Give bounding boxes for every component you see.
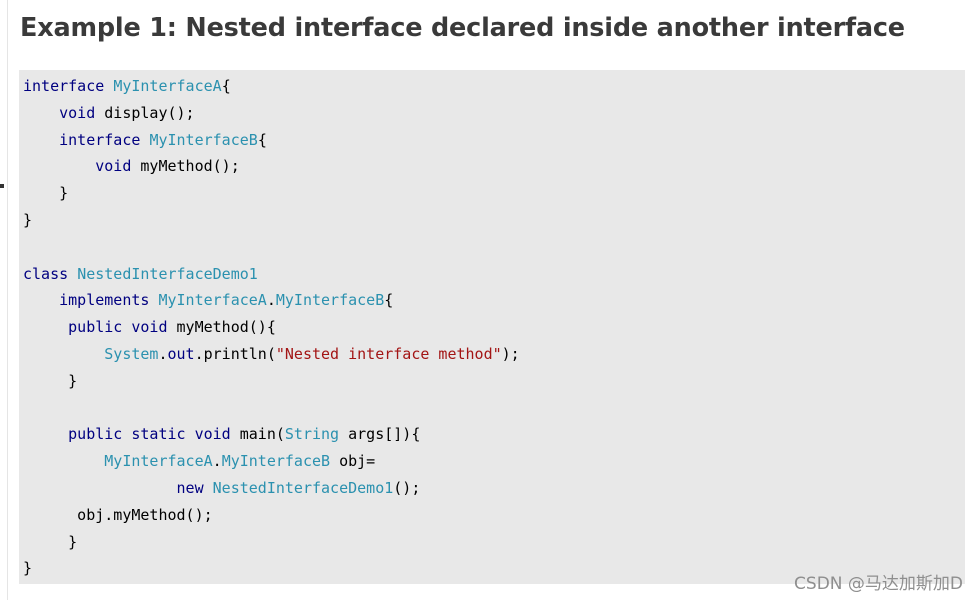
- code-text: }: [23, 211, 33, 229]
- code-type: String: [284, 425, 340, 444]
- code-text: {: [257, 130, 267, 149]
- code-line: public void myMethod(){: [23, 317, 276, 337]
- code-text: }: [23, 532, 78, 551]
- code-text: main(: [239, 425, 285, 444]
- code-text: );: [501, 345, 520, 363]
- code-text: ();: [393, 479, 421, 497]
- code-text: {: [384, 291, 394, 310]
- code-text: .: [158, 345, 168, 363]
- code-type: MyInterfaceB: [221, 452, 331, 471]
- code-line: void display();: [23, 103, 195, 123]
- code-type: MyInterfaceB: [149, 130, 258, 149]
- code-line: }: [23, 558, 32, 578]
- code-type: MyInterfaceB: [275, 291, 385, 310]
- code-line: }: [23, 532, 77, 552]
- code-block: interface MyInterfaceA{ void display(); …: [19, 70, 965, 584]
- code-line: interface MyInterfaceB{: [23, 130, 267, 150]
- left-margin-rule: [7, 0, 8, 600]
- code-type: MyInterfaceA: [104, 452, 213, 471]
- page-title: Example 1: Nested interface declared ins…: [20, 13, 905, 43]
- code-line: obj.myMethod();: [23, 505, 213, 525]
- code-type: MyInterfaceA: [113, 77, 222, 95]
- code-type: NestedInterfaceDemo1: [212, 479, 394, 497]
- code-line: implements MyInterfaceA.MyInterfaceB{: [23, 290, 393, 310]
- code-line: new NestedInterfaceDemo1();: [23, 478, 421, 498]
- code-text: obj.myMethod();: [23, 505, 213, 524]
- code-text: {: [221, 77, 231, 95]
- code-text: display();: [104, 103, 195, 122]
- code-line: class NestedInterfaceDemo1: [23, 264, 258, 284]
- code-keyword: interface: [23, 77, 114, 95]
- code-type: MyInterfaceA: [158, 291, 267, 310]
- code-string: "Nested interface method": [275, 345, 502, 363]
- code-line: }: [23, 183, 68, 203]
- code-text: }: [23, 559, 33, 578]
- code-text: .: [266, 291, 276, 310]
- code-line: MyInterfaceA.MyInterfaceB obj=: [23, 451, 375, 471]
- code-keyword: class: [23, 264, 78, 283]
- code-text: obj=: [330, 452, 376, 471]
- code-line: void myMethod();: [23, 156, 240, 176]
- watermark: CSDN @马达加斯加D: [794, 574, 963, 594]
- code-keyword: void: [59, 103, 105, 122]
- code-text: args[]){: [339, 425, 421, 444]
- code-text: }: [23, 184, 69, 203]
- code-line: }: [23, 371, 77, 391]
- code-line: System.out.println("Nested interface met…: [23, 344, 520, 364]
- code-text: }: [23, 371, 78, 390]
- left-edge-marker: [0, 184, 4, 188]
- code-text: myMethod();: [140, 157, 240, 176]
- code-text: .println(: [194, 345, 276, 363]
- code-type: NestedInterfaceDemo1: [77, 264, 258, 283]
- code-keyword: implements: [59, 291, 159, 310]
- code-keyword: new: [176, 479, 213, 497]
- code-text: myMethod(){: [176, 318, 276, 337]
- code-keyword: public static void: [68, 425, 240, 444]
- code-type: System: [104, 345, 159, 363]
- code-keyword: interface: [59, 130, 150, 149]
- code-line: }: [23, 210, 32, 230]
- code-keyword: out: [167, 345, 195, 363]
- code-keyword: public void: [68, 318, 177, 337]
- code-text: .: [212, 452, 222, 471]
- code-keyword: void: [95, 157, 141, 176]
- code-line: interface MyInterfaceA{: [23, 76, 231, 96]
- code-line: public static void main(String args[]){: [23, 424, 420, 444]
